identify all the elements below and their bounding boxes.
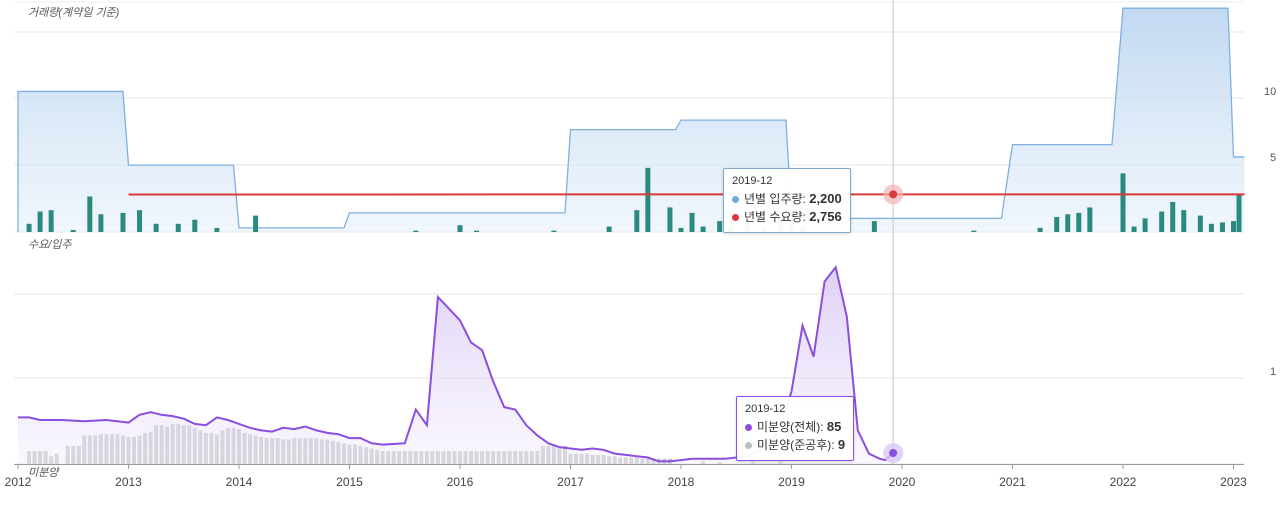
volume-bar (48, 210, 54, 232)
tooltip-value: 2,200 (809, 191, 842, 206)
tooltip-value: 2,756 (809, 209, 842, 224)
volume-bar (1231, 221, 1236, 232)
volume-bar (214, 227, 220, 232)
x-axis: 2012 2013 2014 2015 2016 2017 2018 2019 2020 2021… (5, 464, 1247, 489)
volume-bar (1037, 227, 1043, 232)
volume-bar (1219, 222, 1225, 232)
x-tick-label: 2018 (668, 475, 695, 489)
volume-bar (551, 230, 557, 232)
y-tick-label: 5 (1270, 152, 1276, 164)
volume-bar (120, 212, 126, 232)
volume-bar (1054, 216, 1060, 232)
volume-bar (1076, 212, 1082, 232)
x-tick-label: 2020 (889, 475, 916, 489)
tooltip-value: 9 (837, 437, 846, 452)
legend-dot-icon (745, 424, 752, 432)
x-tick-label: 2015 (336, 475, 363, 489)
x-tick-label: 2023 (1220, 475, 1247, 489)
volume-bar (37, 211, 43, 232)
tooltip-label: 미분양(준공후) (757, 438, 832, 452)
volume-bar (175, 223, 181, 232)
hover-marker (889, 190, 898, 199)
volume-bar (667, 207, 673, 232)
tooltip-row: 미분양(준공후): 9 (745, 436, 845, 454)
chart-canvas: 2012 2013 2014 2015 2016 2017 2018 2019 2020 2021… (5, 0, 1276, 489)
volume-bar (1208, 223, 1214, 232)
hover-marker (889, 449, 898, 457)
x-tick-label: 2019 (778, 475, 805, 489)
bottom-tooltip: 2019-12 미분양(전체): 85 미분양(준공후): 9 (736, 396, 855, 461)
volume-bar (474, 230, 480, 232)
volume-bar (153, 223, 159, 232)
tooltip-label: 년별 입주량 (744, 192, 803, 206)
bottom-panel-label: 수요/입주 (28, 239, 72, 251)
volume-bar (87, 196, 93, 232)
volume-bar (1131, 226, 1137, 232)
legend-dot-icon (745, 442, 752, 450)
volume-bar (689, 212, 695, 232)
volume-bar (1236, 193, 1242, 232)
volume-bar (1087, 207, 1093, 232)
tooltip-date: 2019-12 (732, 175, 773, 187)
top-panel-label: 거래량(계약일 기준) (28, 7, 120, 19)
volume-bar (413, 230, 419, 232)
volume-bar (98, 214, 104, 232)
tooltip-label: 미분양(전체) (757, 420, 821, 434)
x-tick-label: 2013 (115, 475, 142, 489)
y-axis-labels: 10 5 1 (1264, 86, 1276, 378)
volume-bar (253, 215, 259, 232)
volume-bar (700, 226, 706, 232)
volume-bar (971, 230, 977, 232)
volume-bar (1197, 215, 1203, 232)
x-tick-label: 2016 (447, 475, 474, 489)
volume-bar (717, 221, 723, 232)
volume-bar (871, 221, 877, 232)
volume-bar (457, 225, 463, 232)
volume-bar (1065, 214, 1071, 232)
y-tick-label: 10 (1264, 86, 1276, 98)
volume-bar (634, 210, 640, 232)
tooltip-row: 년별 입주량: 2,200 (732, 190, 842, 208)
top-step-area (17, 7, 1245, 233)
tooltip-value: 85 (826, 419, 842, 434)
unsold-axis-label: 미분양 (28, 467, 59, 479)
x-tick-label: 2014 (226, 475, 253, 489)
x-tick-label: 2022 (1110, 475, 1137, 489)
volume-bar (192, 219, 198, 232)
tooltip-label: 년별 수요량 (744, 210, 803, 224)
volume-bar (1181, 210, 1187, 232)
supply-area-fill (18, 8, 1245, 233)
volume-bar (645, 167, 651, 232)
x-tick-label: 2017 (557, 475, 584, 489)
x-tick-label: 2021 (999, 475, 1026, 489)
tooltip-date: 2019-12 (745, 403, 786, 415)
legend-dot-icon (732, 196, 739, 204)
volume-bar (1170, 201, 1176, 232)
volume-bar (1159, 211, 1165, 232)
volume-bar (1142, 218, 1148, 232)
y-tick-label: 1 (1270, 366, 1276, 378)
volume-bar (26, 223, 32, 232)
legend-dot-icon (732, 214, 739, 222)
volume-bar (137, 210, 143, 232)
volume-bar (1120, 173, 1126, 232)
volume-bar (606, 226, 612, 232)
volume-bar (678, 227, 684, 232)
top-tooltip: 2019-12 년별 입주량: 2,200 년별 수요량: 2,756 (723, 168, 851, 233)
volume-bar (70, 229, 76, 232)
tooltip-row: 미분양(전체): 85 (745, 418, 845, 436)
grid-lines (14, 1, 1244, 465)
tooltip-row: 년별 수요량: 2,756 (732, 208, 842, 226)
